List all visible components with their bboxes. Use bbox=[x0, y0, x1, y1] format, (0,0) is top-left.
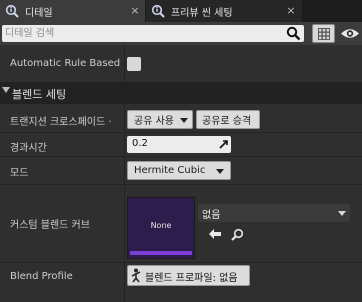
automatic-rule-based-checkbox[interactable] bbox=[127, 57, 141, 71]
tab-preview-scene-settings[interactable]: 프리뷰 씬 세팅 × bbox=[146, 0, 302, 22]
resize-arrow-icon bbox=[219, 140, 228, 149]
mode-dropdown[interactable]: Hermite Cubic bbox=[127, 161, 231, 180]
column-divider[interactable] bbox=[124, 45, 125, 82]
asset-type-color-bar bbox=[130, 251, 192, 255]
row-divider bbox=[0, 262, 362, 263]
blend-profile-label: Blend Profile bbox=[10, 271, 73, 282]
promote-to-shared-button[interactable]: 공유로 승격 bbox=[196, 110, 260, 129]
tab-details[interactable]: 디테일 × bbox=[0, 0, 145, 22]
magnifier-info-icon bbox=[151, 4, 165, 18]
dropdown-arrow-icon bbox=[338, 211, 346, 216]
blend-profile-picker[interactable]: 블렌드 프로파일: 없음 bbox=[127, 265, 250, 286]
dropdown-arrow-icon bbox=[216, 169, 224, 174]
custom-blend-curve-label: 커스텀 블렌드 커브 bbox=[10, 220, 90, 231]
duration-label: 경과시간 bbox=[10, 143, 47, 154]
browse-search-icon[interactable] bbox=[231, 228, 244, 241]
close-icon[interactable]: × bbox=[285, 4, 297, 17]
curve-asset-value: 없음 bbox=[202, 210, 221, 221]
category-blend-settings[interactable]: 블렌드 세팅 bbox=[0, 82, 362, 104]
skeleton-icon bbox=[130, 268, 144, 283]
use-shared-button-label: 공유 사용 bbox=[134, 116, 174, 127]
thumbnail-none-text: None bbox=[150, 221, 172, 230]
row-divider bbox=[0, 132, 362, 133]
curve-asset-picker[interactable]: 없음 bbox=[198, 204, 350, 222]
blend-profile-value: 블렌드 프로파일: 없음 bbox=[145, 273, 238, 284]
mode-value: Hermite Cubic bbox=[134, 165, 206, 176]
close-icon[interactable]: × bbox=[129, 4, 141, 17]
category-title: 블렌드 세팅 bbox=[12, 88, 67, 101]
search-icon[interactable] bbox=[286, 26, 301, 41]
view-options-button[interactable] bbox=[312, 24, 335, 43]
automatic-rule-based-label: Automatic Rule Based bbox=[10, 58, 121, 69]
row-divider bbox=[0, 156, 362, 157]
eye-icon[interactable] bbox=[340, 26, 360, 41]
search-field[interactable] bbox=[2, 25, 304, 42]
promote-to-shared-button-label: 공유로 승격 bbox=[202, 116, 252, 127]
transition-crossfade-label: 트랜지션 크로스페이드 · bbox=[10, 117, 112, 128]
use-selected-arrow-icon[interactable] bbox=[208, 228, 222, 240]
curve-asset-thumbnail[interactable]: None bbox=[127, 197, 195, 259]
column-divider[interactable] bbox=[124, 104, 125, 302]
search-input[interactable] bbox=[5, 25, 281, 42]
row-divider bbox=[0, 184, 362, 185]
tab-details-label: 디테일 bbox=[25, 7, 53, 19]
mode-label: 모드 bbox=[10, 168, 29, 179]
grid-icon bbox=[318, 28, 330, 40]
duration-value: 0.2 bbox=[132, 138, 148, 149]
chevron-down-icon bbox=[2, 87, 10, 93]
duration-field[interactable]: 0.2 bbox=[127, 136, 231, 153]
dropdown-arrow-icon bbox=[180, 118, 188, 123]
tab-preview-scene-settings-label: 프리뷰 씬 세팅 bbox=[171, 7, 233, 19]
use-shared-button[interactable]: 공유 사용 bbox=[127, 110, 193, 129]
magnifier-info-icon bbox=[5, 4, 19, 18]
